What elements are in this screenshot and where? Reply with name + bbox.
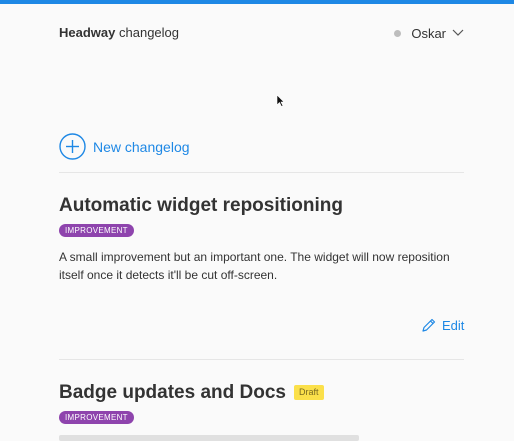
brand-name: Headway — [59, 25, 116, 40]
edit-label: Edit — [442, 317, 465, 333]
user-name: Oskar — [411, 25, 446, 41]
chevron-down-icon — [452, 29, 464, 36]
divider — [59, 359, 464, 360]
pencil-icon — [422, 318, 436, 332]
divider — [59, 172, 464, 173]
post-title-text: Badge updates and Docs — [59, 382, 286, 403]
draft-badge: Draft — [294, 385, 324, 401]
plus-circle-icon — [59, 133, 86, 160]
post-title[interactable]: Badge updates and Docs Draft — [59, 381, 324, 405]
new-changelog-label: New changelog — [93, 138, 190, 155]
post-title[interactable]: Automatic widget repositioning — [59, 194, 343, 218]
new-changelog-button[interactable]: New changelog — [59, 133, 190, 160]
category-badge: IMPROVEMENT — [59, 411, 134, 424]
post-body-preview — [59, 432, 359, 441]
header: Headway changelog Oskar — [59, 24, 464, 42]
category-badge: IMPROVEMENT — [59, 224, 134, 237]
edit-button[interactable]: Edit — [421, 317, 464, 333]
status-dot-icon — [394, 29, 402, 37]
mouse-cursor-icon — [276, 94, 285, 107]
post-body: A small improvement but an important one… — [59, 250, 450, 282]
top-accent-bar — [0, 0, 514, 4]
user-menu[interactable]: Oskar — [394, 24, 464, 42]
brand-title[interactable]: Headway changelog — [59, 24, 179, 42]
brand-suffix: changelog — [119, 25, 179, 40]
